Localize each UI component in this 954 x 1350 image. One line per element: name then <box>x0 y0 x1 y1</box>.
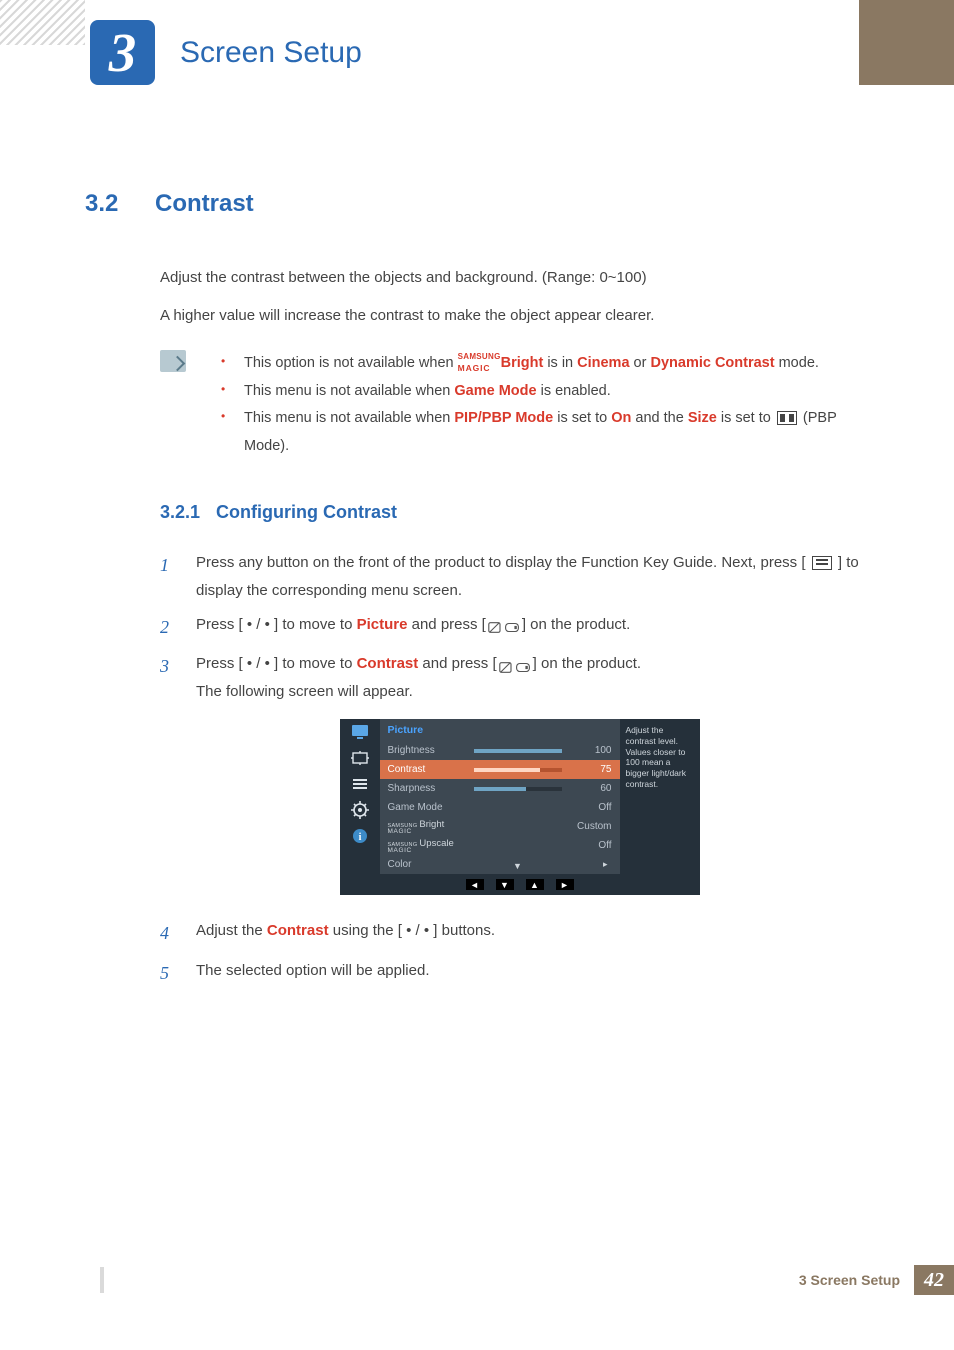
step-3: 3 Press [ • / • ] to move to Contrast an… <box>160 650 879 706</box>
note-icon <box>160 350 186 372</box>
subsection-heading: 3.2.1Configuring Contrast <box>160 502 879 523</box>
osd-nav-right-icon: ► <box>556 879 574 890</box>
osd-row-magicbright: SAMSUNGMAGICBright Custom <box>380 817 620 836</box>
osd-sidebar: i <box>340 719 380 874</box>
footer-page-number: 42 <box>914 1265 954 1295</box>
svg-text:i: i <box>358 832 361 843</box>
chapter-number-badge: 3 <box>90 20 155 85</box>
section-title: Contrast <box>155 190 254 217</box>
top-accent-bar <box>859 0 954 85</box>
osd-row-color: Color ▼ ▸ <box>380 855 620 874</box>
section-number: 3.2 <box>85 190 155 218</box>
osd-screenshot: i Picture Brightness 100 Contrast 75 <box>340 719 700 895</box>
step-1: 1 Press any button on the front of the p… <box>160 549 879 605</box>
osd-icon-screen <box>350 749 370 767</box>
note-block: This option is not available when SAMSUN… <box>160 350 879 460</box>
osd-menu: Picture Brightness 100 Contrast 75 Sharp… <box>380 719 620 874</box>
osd-nav-up-icon: ▲ <box>526 879 544 890</box>
osd-nav-down-icon: ▼ <box>496 879 514 890</box>
pbp-size-icon <box>777 411 797 425</box>
osd-menu-title: Picture <box>380 719 620 741</box>
step-2: 2 Press [ • / • ] to move to Picture and… <box>160 611 879 644</box>
note-item-3: This menu is not available when PIP/PBP … <box>216 405 879 460</box>
step-4: 4 Adjust the Contrast using the [ • / • … <box>160 917 879 950</box>
osd-icon-picture <box>350 723 370 741</box>
osd-icon-settings <box>350 801 370 819</box>
chapter-header: 3 Screen Setup <box>90 20 362 85</box>
hatch-decor <box>0 0 85 45</box>
intro-paragraph-1: Adjust the contrast between the objects … <box>160 266 879 290</box>
osd-row-contrast: Contrast 75 <box>380 760 620 779</box>
section-heading: 3.2Contrast <box>85 190 879 218</box>
menu-button-icon <box>812 556 832 570</box>
enter-button-icon <box>488 617 520 632</box>
osd-row-gamemode: Game Mode Off <box>380 798 620 817</box>
footer-left-mark <box>100 1267 104 1293</box>
chapter-title: Screen Setup <box>180 36 362 70</box>
arrow-right-icon: ▸ <box>570 859 612 870</box>
osd-help-text: Adjust the contrast level. Values closer… <box>620 719 700 874</box>
osd-row-brightness: Brightness 100 <box>380 741 620 760</box>
osd-icon-options <box>350 775 370 793</box>
page-footer: 3 Screen Setup 42 <box>799 1265 954 1295</box>
enter-button-icon <box>499 657 531 672</box>
osd-icon-info: i <box>350 827 370 845</box>
intro-paragraph-2: A higher value will increase the contras… <box>160 304 879 328</box>
step-5: 5 The selected option will be applied. <box>160 957 879 990</box>
note-item-1: This option is not available when SAMSUN… <box>216 350 879 378</box>
note-item-2: This menu is not available when Game Mod… <box>216 378 879 406</box>
footer-text: 3 Screen Setup <box>799 1272 900 1288</box>
osd-row-magicupscale: SAMSUNGMAGICUpscale Off <box>380 836 620 855</box>
osd-nav-bar: ◄ ▼ ▲ ► <box>340 874 700 895</box>
osd-nav-left-icon: ◄ <box>466 879 484 890</box>
osd-row-sharpness: Sharpness 60 <box>380 779 620 798</box>
